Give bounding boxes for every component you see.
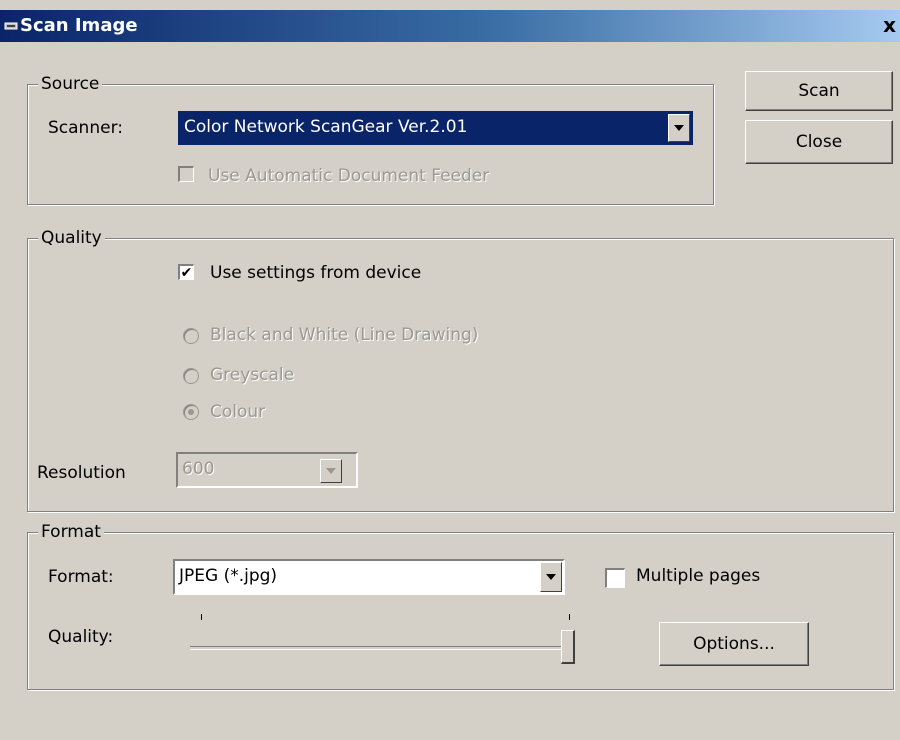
format-legend: Format	[38, 522, 104, 542]
chevron-down-icon	[326, 468, 336, 474]
scanner-select-value: Color Network ScanGear Ver.2.01	[184, 117, 468, 137]
slider-thumb[interactable]	[561, 630, 575, 664]
options-button[interactable]: Options...	[659, 622, 809, 666]
scanner-select[interactable]: Color Network ScanGear Ver.2.01	[178, 111, 693, 145]
radio-selected-dot	[188, 409, 194, 415]
radio-colour-label: Colour	[210, 402, 266, 422]
window-title: Scan Image	[20, 15, 138, 36]
multiple-pages-label: Multiple pages	[636, 566, 761, 586]
title-bar[interactable]: Scan Image x	[0, 10, 900, 42]
format-dropdown-button[interactable]	[540, 562, 562, 592]
quality-slider[interactable]	[186, 612, 586, 668]
close-window-icon[interactable]: x	[883, 13, 896, 37]
radio-black-and-white-label: Black and White (Line Drawing)	[210, 325, 479, 345]
multiple-pages-checkbox[interactable]	[605, 568, 625, 588]
quality-group: Quality	[27, 228, 894, 512]
adf-checkbox[interactable]	[178, 166, 194, 182]
source-legend: Source	[38, 74, 103, 94]
format-label: Format:	[48, 567, 114, 587]
slider-track	[190, 646, 573, 650]
quality-legend: Quality	[38, 228, 105, 248]
format-select[interactable]: JPEG (*.jpg)	[173, 559, 565, 595]
resolution-dropdown-button[interactable]	[320, 459, 342, 483]
adf-label: Use Automatic Document Feeder	[208, 166, 490, 186]
close-button[interactable]: Close	[745, 120, 893, 164]
radio-black-and-white[interactable]	[183, 328, 199, 344]
use-device-settings-checkbox[interactable]: ✔	[178, 264, 194, 280]
radio-greyscale[interactable]	[183, 368, 199, 384]
radio-colour[interactable]	[183, 404, 199, 420]
scanner-dropdown-button[interactable]	[668, 114, 690, 142]
radio-greyscale-label: Greyscale	[210, 365, 295, 385]
quality-slider-label: Quality:	[48, 627, 114, 647]
use-device-settings-label: Use settings from device	[210, 263, 422, 283]
chevron-down-icon	[674, 125, 684, 131]
resolution-label: Resolution	[37, 463, 126, 483]
resolution-select[interactable]: 600	[176, 452, 358, 488]
slider-tick-min	[201, 614, 202, 620]
format-select-value: JPEG (*.jpg)	[179, 566, 278, 586]
resolution-select-value: 600	[182, 459, 215, 479]
scan-button[interactable]: Scan	[745, 71, 893, 111]
scanner-app-icon	[4, 22, 18, 30]
chevron-down-icon	[546, 574, 556, 580]
scanner-label: Scanner:	[48, 118, 123, 138]
slider-tick-max	[569, 614, 570, 620]
